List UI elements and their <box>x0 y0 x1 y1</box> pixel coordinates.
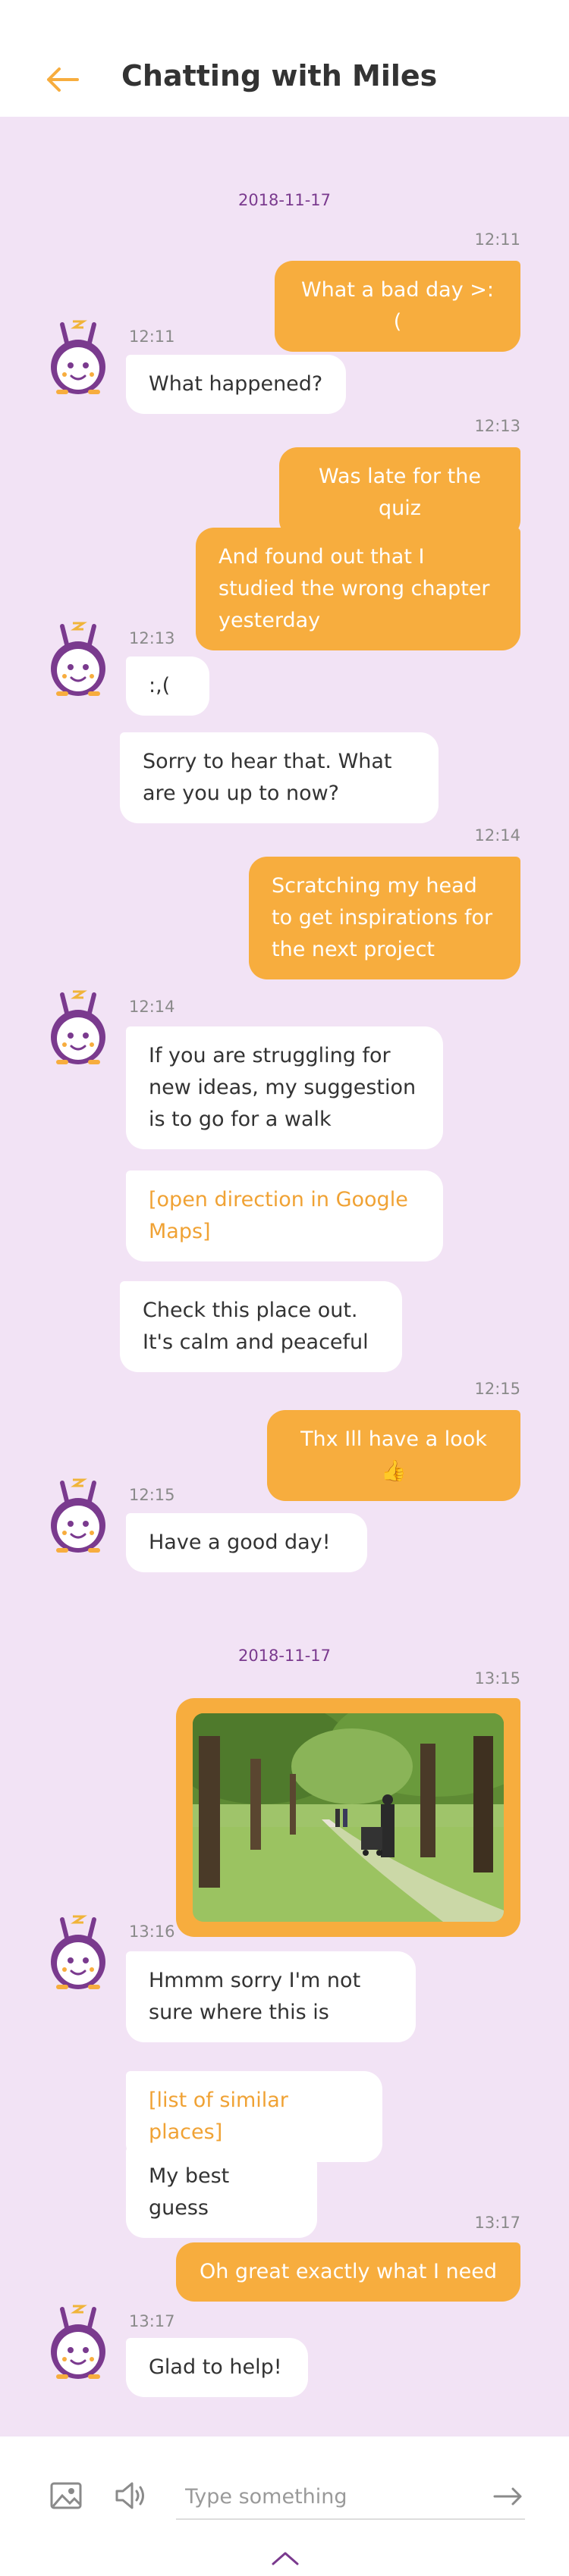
bot-message[interactable]: :,( <box>126 657 209 716</box>
park-photo[interactable] <box>193 1713 504 1922</box>
image-icon[interactable] <box>50 2482 82 2509</box>
arrow-left-icon[interactable] <box>46 67 79 92</box>
bot-avatar-icon <box>44 1475 112 1557</box>
bot-avatar-icon <box>44 317 112 399</box>
message-time: 12:15 <box>129 1486 175 1504</box>
message-time: 12:11 <box>474 230 520 249</box>
chevron-up-icon[interactable] <box>270 2550 300 2567</box>
bot-avatar-icon <box>44 1912 112 1994</box>
header-bar: Chatting with Miles <box>0 0 569 117</box>
user-message[interactable]: What a bad day >:( <box>275 261 520 352</box>
message-time: 13:17 <box>129 2312 175 2330</box>
date-separator: 2018-11-17 <box>237 191 332 209</box>
date-separator: 2018-11-17 <box>237 1647 332 1665</box>
message-time: 12:11 <box>129 327 175 346</box>
bot-message[interactable]: Hmmm sorry I'm not sure where this is <box>126 1951 416 2042</box>
user-message[interactable]: Scratching my head to get inspirations f… <box>249 857 520 979</box>
user-message[interactable]: Was late for the quiz <box>279 447 520 538</box>
maps-link[interactable]: [open direction in Google Maps] <box>126 1170 443 1261</box>
bot-avatar-icon <box>44 2302 112 2383</box>
message-time: 12:14 <box>474 826 520 845</box>
message-input[interactable] <box>176 2474 525 2520</box>
bot-message[interactable]: Have a good day! <box>126 1513 367 1572</box>
arrow-right-icon[interactable] <box>493 2487 523 2506</box>
message-time: 12:15 <box>474 1380 520 1398</box>
user-message[interactable]: And found out that I studied the wrong c… <box>196 528 520 650</box>
message-time: 13:16 <box>129 1923 175 1941</box>
composer-bar <box>0 2437 569 2576</box>
bot-message[interactable]: If you are struggling for new ideas, my … <box>126 1026 443 1149</box>
speaker-icon[interactable] <box>114 2480 147 2511</box>
bot-avatar-icon <box>44 987 112 1069</box>
bot-message[interactable]: What happened? <box>126 355 346 414</box>
bot-avatar-icon <box>44 619 112 700</box>
message-time: 12:14 <box>129 998 175 1016</box>
message-time: 12:13 <box>474 417 520 435</box>
user-message[interactable]: Thx Ill have a look 👍 <box>267 1410 520 1501</box>
bot-message[interactable]: Sorry to hear that. What are you up to n… <box>120 732 439 823</box>
page-title: Chatting with Miles <box>121 59 438 92</box>
bot-message[interactable]: Check this place out. It's calm and peac… <box>120 1281 402 1372</box>
bot-message[interactable]: Glad to help! <box>126 2338 308 2397</box>
message-time: 13:15 <box>474 1669 520 1688</box>
chat-thread[interactable]: 2018-11-17 12:11 What a bad day >:( 12:1… <box>0 117 569 2437</box>
bot-message[interactable]: My best guess <box>126 2147 317 2238</box>
user-message[interactable]: Oh great exactly what I need <box>176 2242 520 2302</box>
user-photo-message[interactable] <box>176 1698 520 1937</box>
message-time: 13:17 <box>474 2214 520 2232</box>
message-time: 12:13 <box>129 629 175 647</box>
